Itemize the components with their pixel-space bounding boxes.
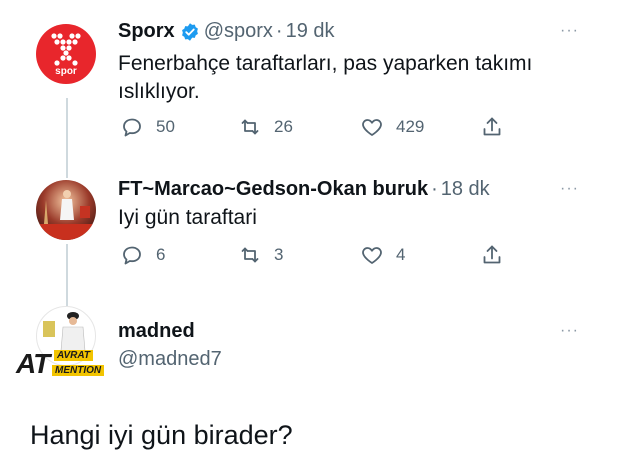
- like-button[interactable]: 429: [360, 115, 424, 139]
- separator-dot: ·: [431, 178, 438, 200]
- retweet-count: 26: [274, 117, 293, 136]
- badge-top-text: AVRAT: [54, 350, 93, 361]
- handle-row: @madned7: [118, 348, 222, 371]
- avatar-ft-image: [36, 180, 96, 240]
- avatar-sporx-label: spor: [55, 66, 77, 77]
- tweet-text-line: Fenerbahçe taraftarları, pas yaparken ta…: [118, 52, 533, 75]
- retweet-icon: [241, 119, 259, 135]
- avatar-sporx[interactable]: spor: [36, 24, 96, 84]
- reply-count: 50: [156, 117, 175, 136]
- tweet-header: madned: [118, 320, 195, 343]
- display-name[interactable]: madned: [118, 320, 195, 343]
- timestamp[interactable]: 18 dk: [441, 178, 490, 201]
- more-icon[interactable]: ···: [560, 180, 579, 198]
- reply-icon: [123, 118, 141, 137]
- reply-button[interactable]: 6: [120, 243, 165, 267]
- badge-bottom-text: MENTION: [52, 365, 105, 376]
- avat-mention-badge: AT AVRAT MENTION: [14, 348, 120, 384]
- thread-line-2: [66, 244, 68, 306]
- retweet-button[interactable]: 3: [238, 243, 283, 267]
- reply-icon: [123, 246, 141, 265]
- tweet-header: FT~Marcao~Gedson-Okan buruk · 18 dk: [118, 178, 490, 201]
- handle[interactable]: @madned7: [118, 348, 222, 371]
- tweet-text: Hangi iyi gün birader?: [30, 420, 293, 450]
- reply-count: 6: [156, 245, 166, 264]
- tweet-header: Sporx @sporx · 19 dk: [118, 20, 335, 43]
- share-button[interactable]: [480, 243, 516, 267]
- like-count: 429: [396, 117, 425, 136]
- separator-dot: ·: [275, 20, 283, 42]
- badge-big-text: AT: [16, 348, 50, 379]
- avatar-madned-figure: [43, 312, 86, 351]
- more-icon[interactable]: ···: [560, 322, 579, 340]
- tweet-text: Fenerbahçe taraftarları, pas yaparken ta…: [118, 50, 532, 106]
- handle[interactable]: @sporx: [204, 20, 273, 43]
- like-icon: [362, 247, 382, 264]
- reply-button[interactable]: 50: [120, 115, 175, 139]
- like-count: 4: [396, 245, 406, 264]
- share-icon: [483, 117, 501, 136]
- display-name[interactable]: Sporx: [118, 20, 175, 43]
- retweet-icon: [241, 247, 259, 263]
- timestamp[interactable]: 19 dk: [286, 20, 335, 43]
- share-icon: [483, 245, 501, 264]
- tweet-text-line: Iyi gün taraftari: [118, 206, 257, 229]
- more-icon[interactable]: ···: [560, 22, 579, 40]
- tweet-text-line: ıslıklıyor.: [118, 80, 200, 103]
- avatar-ft[interactable]: [36, 180, 96, 240]
- thread-line-1: [66, 98, 68, 178]
- like-button[interactable]: 4: [360, 243, 405, 267]
- display-name[interactable]: FT~Marcao~Gedson-Okan buruk: [118, 178, 428, 201]
- verified-icon: [181, 22, 198, 41]
- retweet-count: 3: [274, 245, 284, 264]
- tweet-text: Iyi gün taraftari: [118, 204, 257, 232]
- retweet-button[interactable]: 26: [238, 115, 293, 139]
- share-button[interactable]: [480, 115, 516, 139]
- like-icon: [362, 119, 382, 136]
